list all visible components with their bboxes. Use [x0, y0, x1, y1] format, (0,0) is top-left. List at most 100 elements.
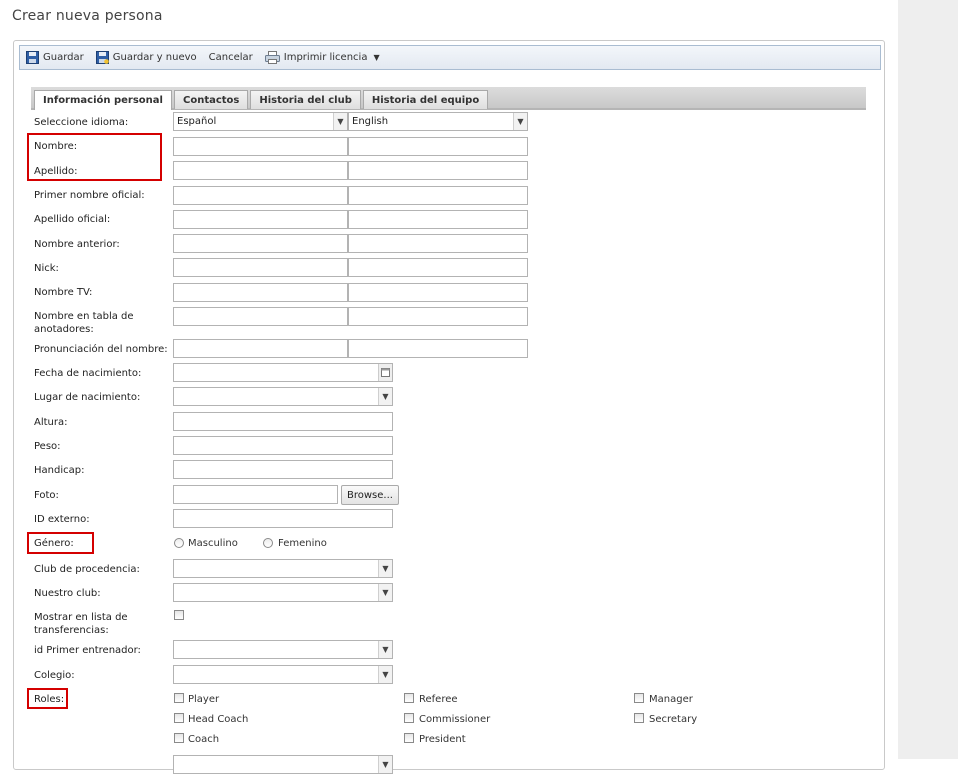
chevron-down-icon: ▼ [513, 113, 527, 130]
role-player-label: Player [188, 694, 220, 705]
gender-male-radio[interactable] [174, 538, 184, 548]
our-club-label: Nuestro club: [34, 588, 101, 599]
chevron-down-icon: ▼ [333, 113, 347, 130]
language-label: Seleccione idioma: [34, 117, 129, 128]
tab-contacts[interactable]: Contactos [173, 90, 249, 109]
tv-name-input-es[interactable] [173, 283, 348, 302]
tab-personal-info[interactable]: Información personal [34, 90, 172, 110]
toolbar: Guardar Guardar y nuevo Cancelar Imprimi… [19, 45, 881, 70]
weight-input[interactable] [173, 436, 393, 455]
external-id-label: ID externo: [34, 514, 90, 525]
gender-label: Género: [34, 538, 74, 549]
first-name-label: Nombre: [34, 141, 78, 152]
pronunciation-input-es[interactable] [173, 339, 348, 358]
role-commissioner-label: Commissioner [419, 714, 491, 725]
caret-down-icon: ▼ [373, 53, 380, 62]
official-first-name-input-en[interactable] [348, 186, 528, 205]
role-referee-checkbox[interactable] [404, 693, 414, 703]
origin-club-label: Club de procedencia: [34, 564, 140, 575]
tv-name-input-en[interactable] [348, 283, 528, 302]
college-select[interactable]: ▼ [173, 665, 393, 684]
calendar-icon[interactable] [378, 364, 392, 381]
chevron-down-icon: ▼ [378, 560, 392, 577]
role-head-coach-checkbox[interactable] [174, 713, 184, 723]
printer-icon [264, 51, 280, 64]
nick-input-es[interactable] [173, 258, 348, 277]
origin-club-select[interactable]: ▼ [173, 559, 393, 578]
previous-name-input-en[interactable] [348, 234, 528, 253]
head-coach-id-label: id Primer entrenador: [34, 645, 141, 656]
height-input[interactable] [173, 412, 393, 431]
official-last-name-input-en[interactable] [348, 210, 528, 229]
photo-file-input[interactable] [173, 485, 338, 504]
floppy-disk-new-icon [95, 51, 109, 64]
role-president-label: President [419, 734, 466, 745]
official-last-name-input-es[interactable] [173, 210, 348, 229]
birth-place-select[interactable]: ▼ [173, 387, 393, 406]
tab-club-history[interactable]: Historia del club [250, 90, 361, 109]
gender-male-label: Masculino [188, 538, 238, 549]
language-select-1[interactable]: Español ▼ [173, 112, 348, 131]
transfer-list-checkbox[interactable] [174, 610, 184, 620]
right-side-panel [898, 0, 958, 759]
previous-name-label: Nombre anterior: [34, 239, 120, 250]
role-secretary-checkbox[interactable] [634, 713, 644, 723]
chevron-down-icon: ▼ [378, 666, 392, 683]
nick-label: Nick: [34, 263, 59, 274]
role-manager-checkbox[interactable] [634, 693, 644, 703]
external-id-input[interactable] [173, 509, 393, 528]
role-president-checkbox[interactable] [404, 733, 414, 743]
scoresheet-name-input-es[interactable] [173, 307, 348, 326]
handicap-input[interactable] [173, 460, 393, 479]
height-label: Altura: [34, 417, 68, 428]
roles-label: Roles: [34, 694, 65, 705]
chevron-down-icon: ▼ [378, 584, 392, 601]
pronunciation-input-en[interactable] [348, 339, 528, 358]
role-coach-label: Coach [188, 734, 220, 745]
role-manager-label: Manager [649, 694, 693, 705]
college-label: Colegio: [34, 670, 75, 681]
first-name-input-es[interactable] [173, 137, 348, 156]
first-name-input-en[interactable] [348, 137, 528, 156]
last-name-label: Apellido: [34, 166, 78, 177]
language-select-2-value: English [352, 116, 389, 127]
role-head-coach-label: Head Coach [188, 714, 249, 725]
cancel-button[interactable]: Cancelar [209, 52, 253, 63]
save-button[interactable]: Guardar [26, 51, 84, 64]
save-label: Guardar [43, 52, 84, 63]
role-coach-checkbox[interactable] [174, 733, 184, 743]
scoresheet-name-input-en[interactable] [348, 307, 528, 326]
next-select-partial[interactable]: ▼ [173, 755, 393, 774]
role-player-checkbox[interactable] [174, 693, 184, 703]
chevron-down-icon: ▼ [378, 388, 392, 405]
print-license-label: Imprimir licencia [283, 52, 368, 63]
previous-name-input-es[interactable] [173, 234, 348, 253]
browse-button[interactable]: Browse... [341, 485, 399, 505]
tv-name-label: Nombre TV: [34, 287, 93, 298]
floppy-disk-icon [26, 51, 39, 64]
cancel-label: Cancelar [208, 52, 253, 63]
role-commissioner-checkbox[interactable] [404, 713, 414, 723]
birth-date-input[interactable] [173, 363, 393, 382]
weight-label: Peso: [34, 441, 61, 452]
save-and-new-button[interactable]: Guardar y nuevo [95, 51, 197, 64]
tab-team-history[interactable]: Historia del equipo [362, 90, 489, 109]
language-select-1-value: Español [177, 116, 217, 127]
last-name-input-es[interactable] [173, 161, 348, 180]
print-license-button[interactable]: Imprimir licencia ▼ [264, 51, 380, 64]
chevron-down-icon: ▼ [378, 641, 392, 658]
handicap-label: Handicap: [34, 465, 85, 476]
head-coach-id-select[interactable]: ▼ [173, 640, 393, 659]
birth-date-label: Fecha de nacimiento: [34, 368, 142, 379]
our-club-select[interactable]: ▼ [173, 583, 393, 602]
official-last-name-label: Apellido oficial: [34, 214, 111, 225]
form-frame: Guardar Guardar y nuevo Cancelar Imprimi… [13, 40, 885, 774]
language-select-2[interactable]: English ▼ [348, 112, 528, 131]
official-first-name-input-es[interactable] [173, 186, 348, 205]
official-first-name-label: Primer nombre oficial: [34, 190, 145, 201]
last-name-input-en[interactable] [348, 161, 528, 180]
gender-female-radio[interactable] [263, 538, 273, 548]
photo-label: Foto: [34, 490, 59, 501]
nick-input-en[interactable] [348, 258, 528, 277]
page-title: Crear nueva persona [12, 8, 163, 24]
